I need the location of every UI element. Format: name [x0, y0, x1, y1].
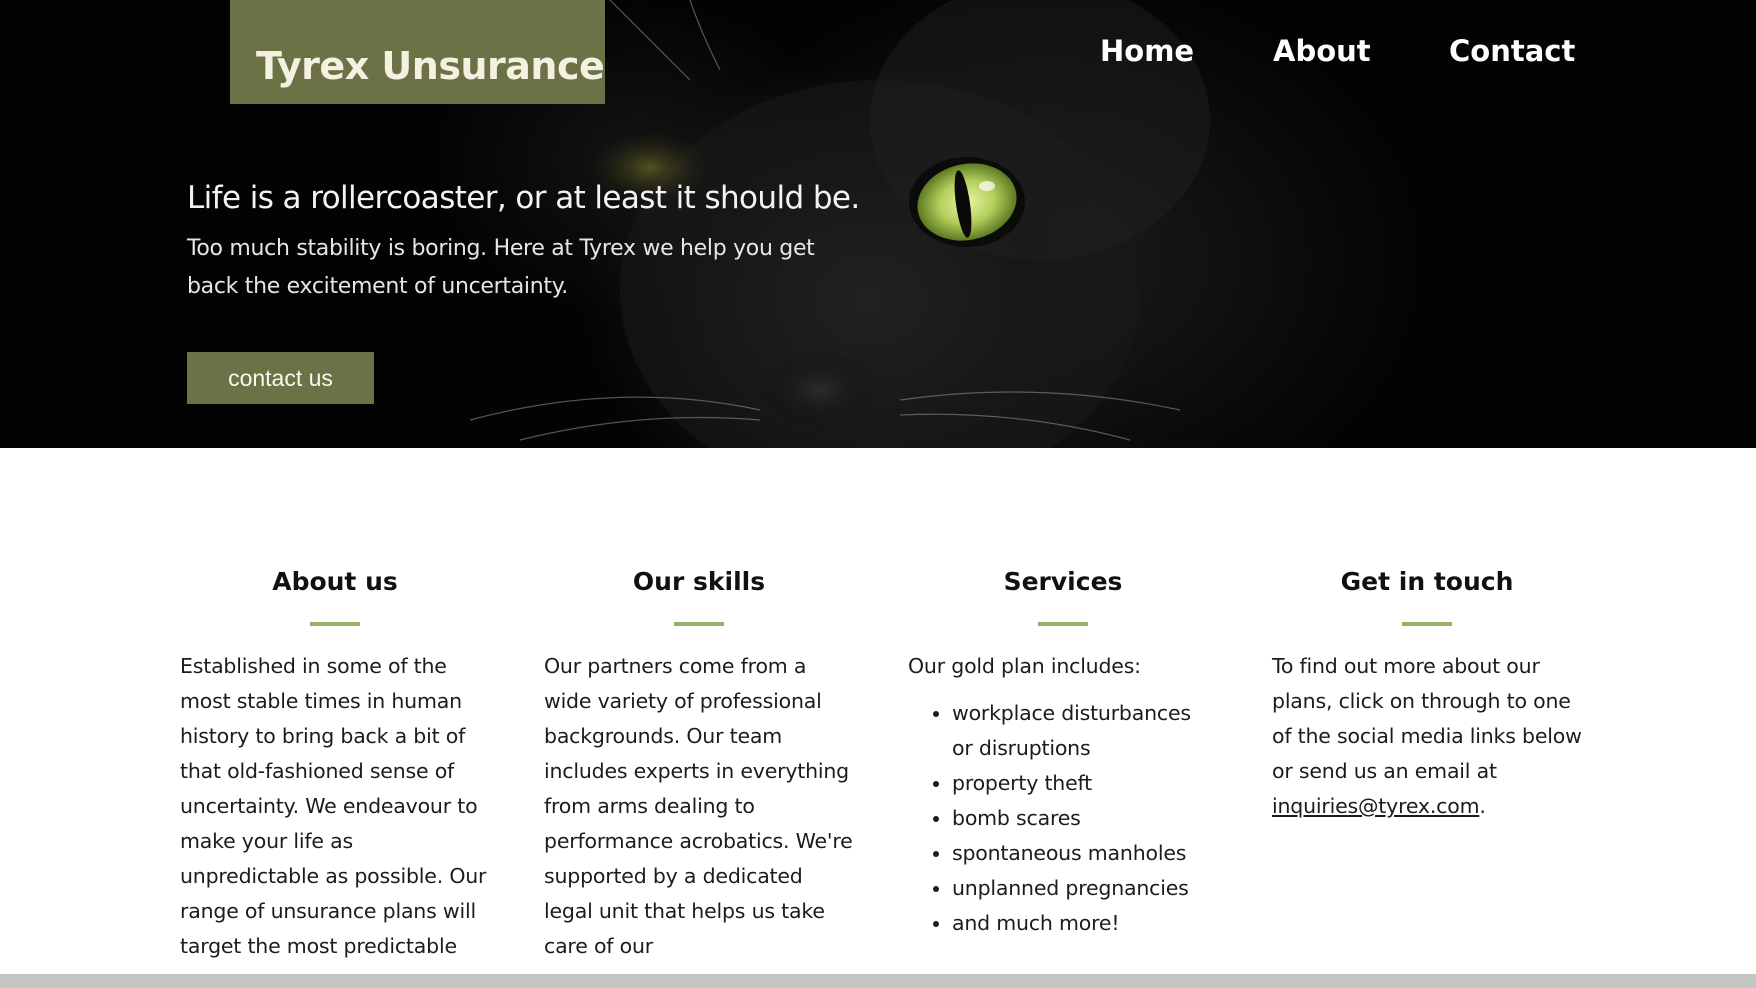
- list-item: workplace disturbances or disruptions: [952, 696, 1218, 766]
- nav-about[interactable]: About: [1273, 34, 1371, 68]
- about-us-text: Established in some of the most stable t…: [180, 654, 487, 958]
- list-item: property theft: [952, 766, 1218, 801]
- email-link[interactable]: inquiries@tyrex.com: [1272, 794, 1480, 818]
- heading-divider: [310, 622, 360, 626]
- hero-title: Life is a rollercoaster, or at least it …: [187, 180, 860, 216]
- contact-us-button[interactable]: contact us: [187, 352, 374, 404]
- our-skills-heading: Our skills: [632, 567, 766, 596]
- list-item: unplanned pregnancies: [952, 871, 1218, 906]
- get-in-touch-column: Get in touch To find out more about our …: [1272, 565, 1582, 824]
- horizontal-scrollbar[interactable]: [0, 974, 1756, 988]
- nav-contact[interactable]: Contact: [1449, 34, 1575, 68]
- heading-divider: [1402, 622, 1452, 626]
- services-column: Services Our gold plan includes: workpla…: [908, 565, 1218, 941]
- services-heading: Services: [1003, 567, 1123, 596]
- nav-home[interactable]: Home: [1100, 34, 1194, 68]
- about-us-column: About us Established in some of the most…: [180, 565, 490, 964]
- get-in-touch-period: .: [1479, 794, 1486, 818]
- hero-banner: Tyrex Unsurance Home About Contact Life …: [0, 0, 1756, 448]
- get-in-touch-body: To find out more about our plans, click …: [1272, 654, 1582, 783]
- hero-subtitle: Too much stability is boring. Here at Ty…: [187, 236, 815, 299]
- list-item: spontaneous manholes: [952, 836, 1218, 871]
- about-us-heading: About us: [272, 567, 398, 596]
- list-item: and much more!: [952, 906, 1218, 941]
- services-list: workplace disturbances or disruptions pr…: [908, 696, 1218, 941]
- our-skills-column: Our skills Our partners come from a wide…: [544, 565, 854, 964]
- brand-name[interactable]: Tyrex Unsurance: [256, 44, 605, 88]
- brand-logo-box[interactable]: Tyrex Unsurance: [230, 0, 605, 104]
- list-item: bomb scares: [952, 801, 1218, 836]
- heading-divider: [674, 622, 724, 626]
- services-intro: Our gold plan includes:: [908, 654, 1141, 678]
- heading-divider: [1038, 622, 1088, 626]
- get-in-touch-heading: Get in touch: [1340, 567, 1514, 596]
- get-in-touch-text: To find out more about our plans, click …: [1272, 649, 1582, 824]
- our-skills-text: Our partners come from a wide variety of…: [544, 654, 853, 958]
